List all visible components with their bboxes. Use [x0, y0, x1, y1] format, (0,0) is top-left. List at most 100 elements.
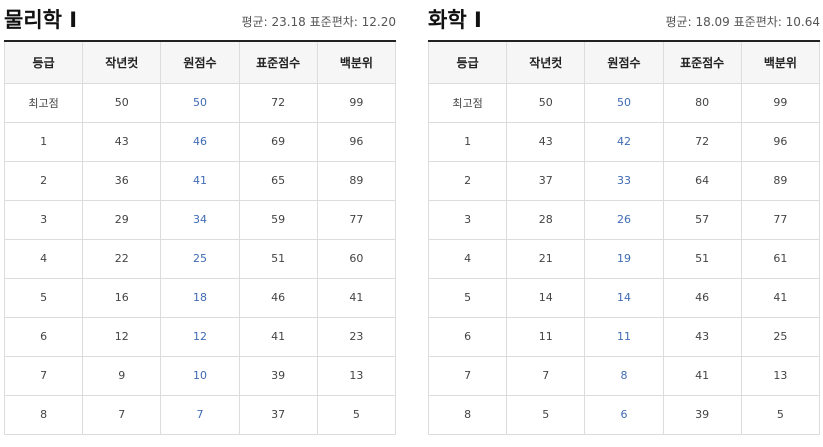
column-header-grade: 등급 [3, 42, 84, 84]
table-row: 4 21 19 51 61 [427, 238, 821, 279]
column-header-standard-score: 표준점수 [238, 42, 318, 84]
cell-last-year-cut: 43 [506, 121, 586, 162]
cell-last-year-cut: 12 [82, 316, 162, 357]
cell-percentile: 96 [316, 121, 397, 162]
cell-standard-score: 72 [238, 82, 318, 123]
cell-raw-score: 7 [160, 394, 240, 435]
cell-standard-score: 46 [238, 277, 318, 318]
panel-header: 화학 Ⅰ 평균: 18.09 표준편차: 10.64 [428, 0, 820, 42]
cell-raw-score: 34 [160, 199, 240, 240]
cell-raw-score: 26 [584, 199, 664, 240]
cell-last-year-cut: 28 [506, 199, 586, 240]
cell-grade: 6 [3, 316, 84, 357]
cell-standard-score: 59 [238, 199, 318, 240]
cell-percentile: 13 [316, 355, 397, 396]
cell-percentile: 41 [740, 277, 821, 318]
cell-standard-score: 46 [662, 277, 742, 318]
cell-last-year-cut: 36 [82, 160, 162, 201]
cell-last-year-cut: 7 [506, 355, 586, 396]
cell-standard-score: 39 [238, 355, 318, 396]
cell-raw-score: 11 [584, 316, 664, 357]
table-row: 1 43 46 69 96 [3, 121, 397, 162]
cell-last-year-cut: 9 [82, 355, 162, 396]
cell-standard-score: 39 [662, 394, 742, 435]
cell-standard-score: 41 [238, 316, 318, 357]
cell-last-year-cut: 29 [82, 199, 162, 240]
column-header-raw-score: 원점수 [584, 42, 664, 84]
table-row: 2 36 41 65 89 [3, 160, 397, 201]
cell-standard-score: 41 [662, 355, 742, 396]
cell-grade: 8 [427, 394, 508, 435]
table-row: 8 5 6 39 5 [427, 394, 821, 435]
cell-grade: 2 [427, 160, 508, 201]
column-header-percentile: 백분위 [740, 42, 821, 84]
table-row: 6 12 12 41 23 [3, 316, 397, 357]
cell-raw-score: 46 [160, 121, 240, 162]
cell-grade: 5 [427, 277, 508, 318]
column-header-percentile: 백분위 [316, 42, 397, 84]
cell-raw-score: 12 [160, 316, 240, 357]
cell-raw-score: 14 [584, 277, 664, 318]
cell-grade: 1 [3, 121, 84, 162]
cell-raw-score: 19 [584, 238, 664, 279]
cell-raw-score: 10 [160, 355, 240, 396]
subject-title: 화학 Ⅰ [428, 8, 482, 32]
cell-standard-score: 72 [662, 121, 742, 162]
cell-grade: 6 [427, 316, 508, 357]
cell-grade: 최고점 [427, 82, 508, 123]
subject-title: 물리학 Ⅰ [4, 8, 78, 32]
table-row: 8 7 7 37 5 [3, 394, 397, 435]
cell-percentile: 23 [316, 316, 397, 357]
grade-cut-table: 등급 작년컷 원점수 표준점수 백분위 최고점 50 50 72 99 1 43 46 69 96 2 36 4… [3, 42, 397, 435]
cell-percentile: 25 [740, 316, 821, 357]
panel-header: 물리학 Ⅰ 평균: 23.18 표준편차: 12.20 [4, 0, 396, 42]
cell-grade: 7 [3, 355, 84, 396]
cell-grade: 1 [427, 121, 508, 162]
cell-raw-score: 33 [584, 160, 664, 201]
table-row: 7 9 10 39 13 [3, 355, 397, 396]
cell-grade: 8 [3, 394, 84, 435]
cell-percentile: 96 [740, 121, 821, 162]
cell-last-year-cut: 50 [82, 82, 162, 123]
cell-standard-score: 51 [238, 238, 318, 279]
cell-percentile: 41 [316, 277, 397, 318]
table-row: 최고점 50 50 80 99 [427, 82, 821, 123]
cell-grade: 4 [427, 238, 508, 279]
column-header-last-year-cut: 작년컷 [506, 42, 586, 84]
cell-standard-score: 65 [238, 160, 318, 201]
table-row: 5 14 14 46 41 [427, 277, 821, 318]
cell-raw-score: 50 [584, 82, 664, 123]
cell-standard-score: 51 [662, 238, 742, 279]
cell-standard-score: 37 [238, 394, 318, 435]
cell-percentile: 89 [740, 160, 821, 201]
cell-last-year-cut: 21 [506, 238, 586, 279]
cell-last-year-cut: 16 [82, 277, 162, 318]
cell-percentile: 89 [316, 160, 397, 201]
cell-percentile: 77 [740, 199, 821, 240]
cell-last-year-cut: 14 [506, 277, 586, 318]
cell-raw-score: 6 [584, 394, 664, 435]
cell-percentile: 77 [316, 199, 397, 240]
table-row: 2 37 33 64 89 [427, 160, 821, 201]
table-row: 6 11 11 43 25 [427, 316, 821, 357]
column-header-raw-score: 원점수 [160, 42, 240, 84]
table-header-row: 등급 작년컷 원점수 표준점수 백분위 [427, 42, 821, 84]
cell-raw-score: 18 [160, 277, 240, 318]
cell-percentile: 13 [740, 355, 821, 396]
table-row: 1 43 42 72 96 [427, 121, 821, 162]
cell-raw-score: 50 [160, 82, 240, 123]
cell-raw-score: 25 [160, 238, 240, 279]
cell-percentile: 5 [316, 394, 397, 435]
cell-raw-score: 42 [584, 121, 664, 162]
subject-panel-chemistry: 화학 Ⅰ 평균: 18.09 표준편차: 10.64 등급 작년컷 원점수 표준점수 백… [427, 0, 821, 435]
table-row: 3 29 34 59 77 [3, 199, 397, 240]
cell-standard-score: 69 [238, 121, 318, 162]
column-header-standard-score: 표준점수 [662, 42, 742, 84]
cell-last-year-cut: 37 [506, 160, 586, 201]
cell-grade: 5 [3, 277, 84, 318]
cell-standard-score: 57 [662, 199, 742, 240]
table-row: 4 22 25 51 60 [3, 238, 397, 279]
cell-grade: 2 [3, 160, 84, 201]
cell-last-year-cut: 50 [506, 82, 586, 123]
table-row: 5 16 18 46 41 [3, 277, 397, 318]
